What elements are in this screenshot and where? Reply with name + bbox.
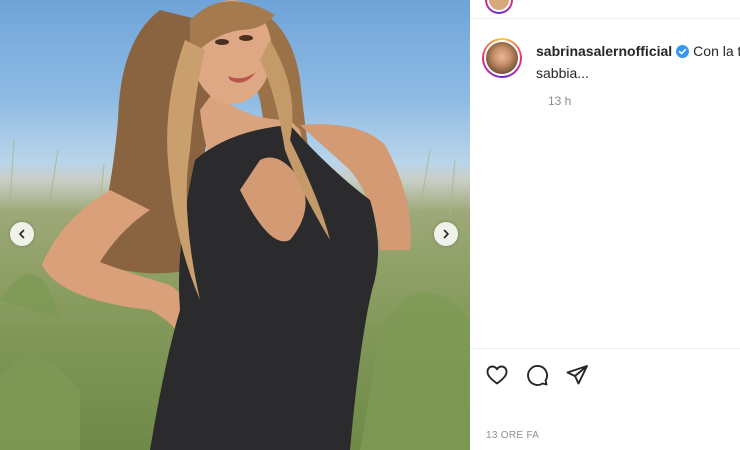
caption-timestamp[interactable]: 13 h [548, 94, 571, 108]
heart-icon [486, 365, 508, 385]
like-button[interactable] [484, 362, 510, 388]
caption-text: Con la tes [693, 43, 740, 59]
chevron-right-icon [443, 229, 449, 239]
avatar[interactable] [482, 38, 522, 78]
post-header [470, 0, 740, 19]
caption-body: sabrinasalernofficial Con la tes sabbia..… [536, 40, 740, 84]
divider [470, 348, 740, 349]
chevron-left-icon [19, 229, 25, 239]
post-photo [0, 0, 470, 450]
share-button[interactable] [564, 362, 590, 388]
verified-badge-icon [676, 45, 690, 58]
comment-icon [527, 365, 548, 386]
post-media[interactable] [0, 0, 470, 450]
post-date[interactable]: 13 ORE FA [486, 430, 539, 441]
header-avatar[interactable] [485, 0, 513, 14]
send-icon [566, 365, 588, 385]
post-side-panel: sabrinasalernofficial Con la tes sabbia..… [470, 0, 740, 450]
carousel-next-button[interactable] [434, 222, 458, 246]
caption-text-continued: sabbia... [536, 65, 589, 81]
comment-button[interactable] [524, 362, 550, 388]
username-link[interactable]: sabrinasalernofficial [536, 43, 672, 59]
carousel-prev-button[interactable] [10, 222, 34, 246]
post-actions [484, 362, 590, 388]
